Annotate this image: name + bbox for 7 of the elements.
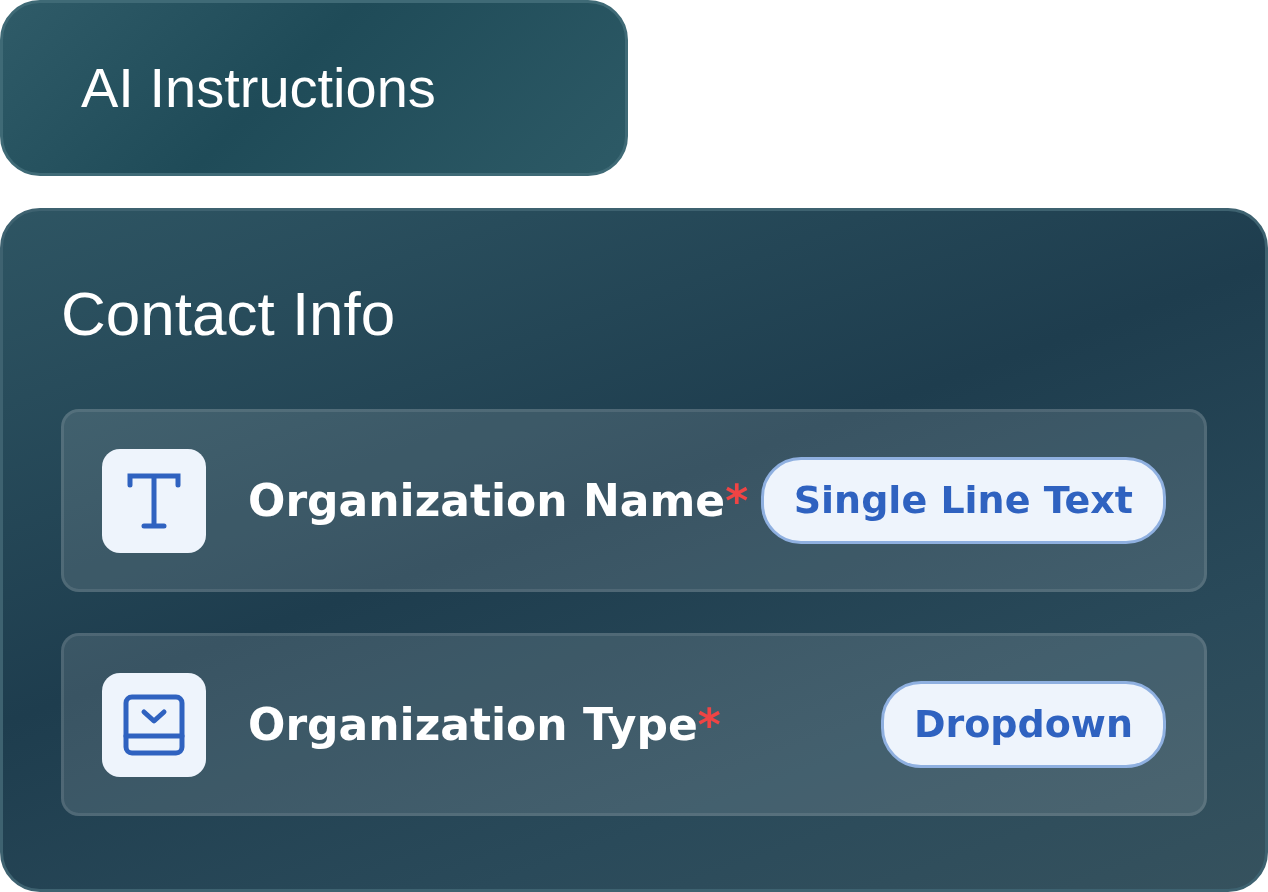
field-type-badge: Single Line Text <box>760 457 1166 544</box>
dropdown-icon <box>123 693 185 756</box>
section-title: Contact Info <box>61 283 397 345</box>
header-title: AI Instructions <box>0 0 628 176</box>
field-type-badge: Dropdown <box>880 681 1166 768</box>
field-label: Organization Name* <box>248 473 749 528</box>
field-label: Organization Type* <box>248 697 721 752</box>
